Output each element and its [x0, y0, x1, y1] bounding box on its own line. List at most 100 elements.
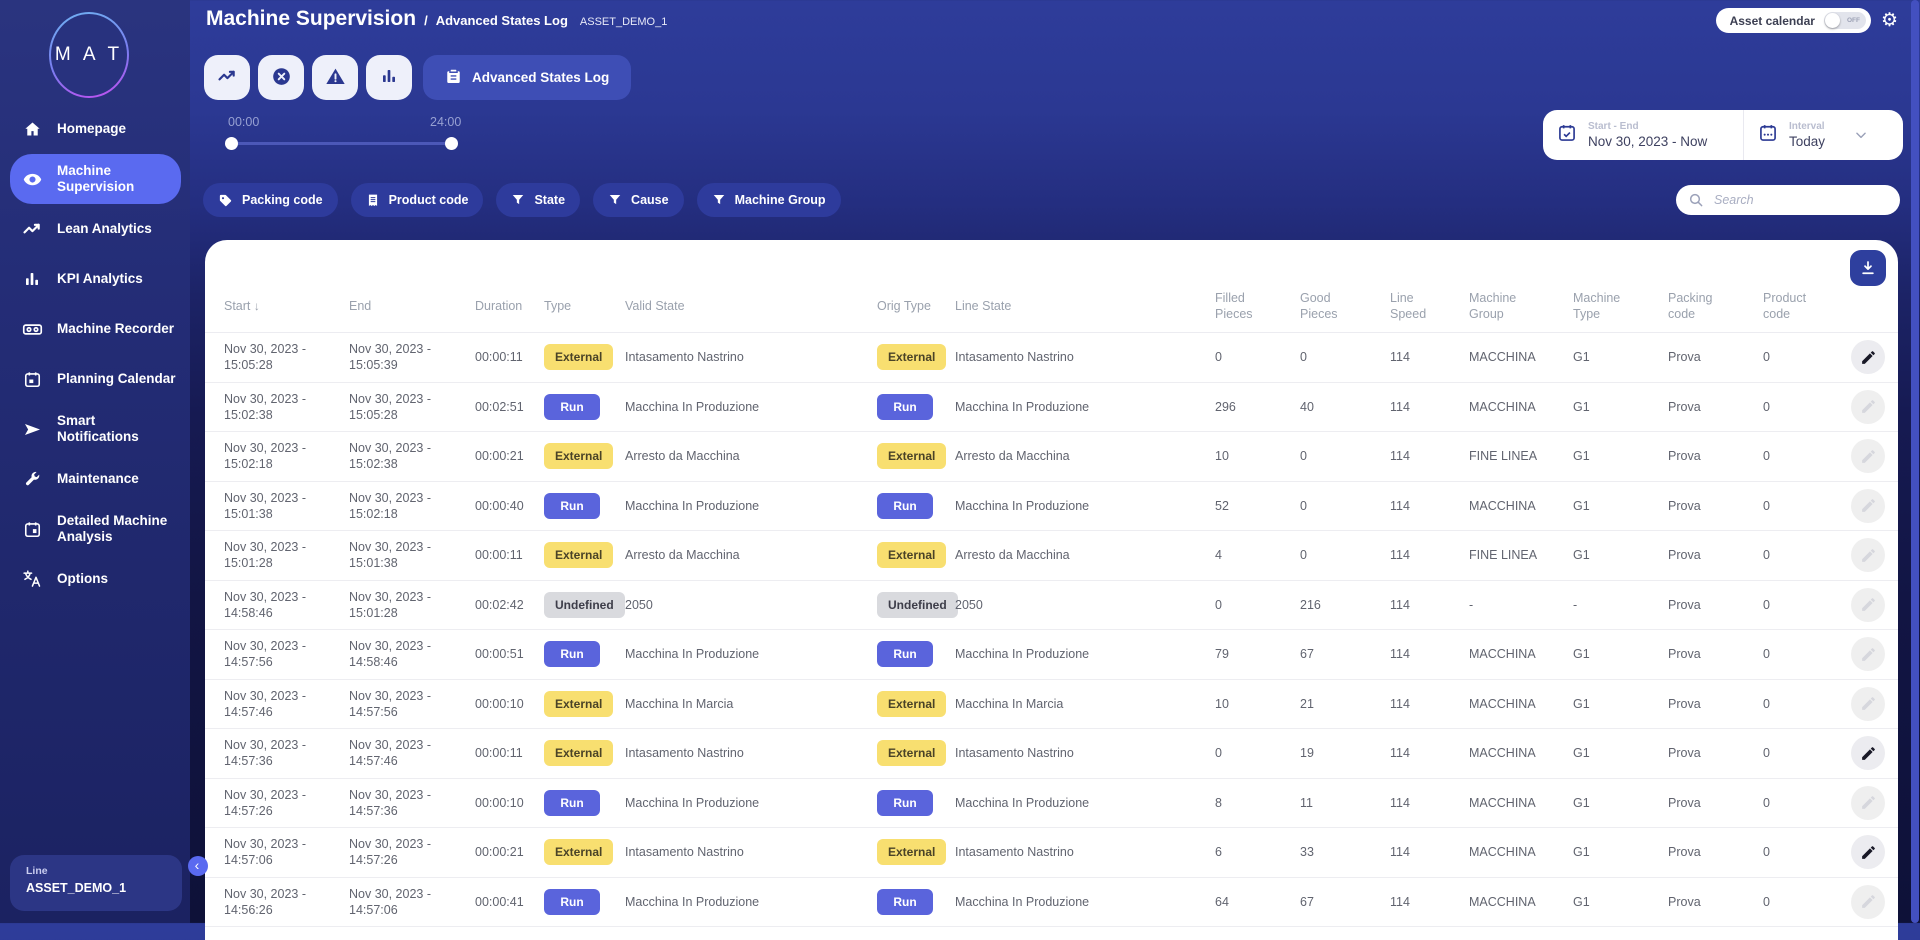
filter-chip-state[interactable]: State — [496, 183, 581, 217]
sidebar-item-maintenance[interactable]: Maintenance — [10, 454, 181, 504]
edit-row-button[interactable] — [1851, 637, 1885, 672]
edit-row-button[interactable] — [1851, 538, 1885, 573]
product-code-cell: 0 — [1763, 894, 1770, 909]
machine-type-cell: - — [1573, 597, 1578, 612]
machine-type-cell: G1 — [1573, 399, 1590, 414]
end-cell: Nov 30, 2023 -14:57:46 — [349, 738, 431, 769]
packing-code-cell: Prova — [1668, 597, 1701, 612]
gear-icon[interactable]: ⚙ — [1881, 11, 1898, 30]
app-logo-text: M A T — [51, 14, 127, 96]
sidebar-item-label: Options — [57, 571, 108, 586]
column-header-type[interactable]: Type — [544, 298, 625, 314]
sidebar-item-kpi-analytics[interactable]: KPI Analytics — [10, 254, 181, 304]
edit-row-button[interactable] — [1851, 785, 1885, 820]
slider-handle-start[interactable] — [225, 137, 238, 150]
column-header-end[interactable]: End — [349, 298, 475, 314]
asset-calendar-toggle[interactable]: OFF — [1823, 12, 1866, 29]
machine-type-cell: G1 — [1573, 746, 1590, 761]
filter-chip-machine-group[interactable]: Machine Group — [696, 183, 841, 217]
machine-group-cell: MACCHINA — [1469, 498, 1536, 513]
sidebar-item-homepage[interactable]: Homepage — [10, 104, 181, 154]
toolbar-warning-button[interactable] — [312, 55, 358, 100]
time-slider[interactable] — [225, 137, 458, 150]
edit-row-button[interactable] — [1851, 340, 1885, 375]
edit-row-button[interactable] — [1851, 488, 1885, 523]
column-header-line-speed[interactable]: Line Speed — [1390, 290, 1469, 322]
filter-chip-packing-code[interactable]: Packing code — [203, 183, 338, 217]
funnel-icon — [511, 193, 525, 207]
toolbar-trend-button[interactable] — [204, 55, 250, 100]
sidebar-item-machine-supervision[interactable]: Machine Supervision — [10, 154, 181, 204]
sidebar-item-machine-recorder[interactable]: Machine Recorder — [10, 304, 181, 354]
interval-label: Interval — [1789, 121, 1825, 132]
table-row: Nov 30, 2023 -15:02:18 Nov 30, 2023 -15:0… — [205, 432, 1898, 482]
start-cell: Nov 30, 2023 -15:02:18 — [224, 441, 306, 472]
column-header-duration[interactable]: Duration — [475, 298, 544, 314]
sidebar: M A T Homepage Machine Supervision Lean An… — [0, 0, 190, 923]
table-row: Nov 30, 2023 -15:05:28 Nov 30, 2023 -15:0… — [205, 333, 1898, 383]
slider-start-label: 00:00 — [228, 115, 260, 129]
orig-type-badge: External — [877, 740, 947, 767]
active-view-button[interactable]: Advanced States Log — [423, 55, 632, 100]
filter-chip-label: State — [534, 193, 566, 207]
toolbar-circle-x-button[interactable] — [258, 55, 304, 100]
edit-row-button[interactable] — [1851, 835, 1885, 870]
recorder-icon — [20, 319, 44, 340]
duration-cell: 00:00:10 — [475, 696, 524, 711]
good-pieces-cell: 33 — [1300, 845, 1314, 860]
edit-row-button[interactable] — [1851, 587, 1885, 622]
sidebar-item-options[interactable]: Options — [10, 554, 181, 604]
column-header-valid-state[interactable]: Valid State — [625, 298, 877, 314]
sidebar-item-detailed-machine-analysis[interactable]: Detailed Machine Analysis — [10, 504, 181, 554]
breadcrumb-separator: / — [424, 13, 428, 28]
valid-state-cell: Arresto da Macchina — [625, 548, 740, 563]
end-cell: Nov 30, 2023 -15:02:18 — [349, 490, 431, 521]
sidebar-item-label: KPI Analytics — [57, 271, 143, 286]
edit-row-button[interactable] — [1851, 389, 1885, 424]
toolbar-bar-chart-button[interactable] — [366, 55, 412, 100]
type-badge: External — [544, 839, 614, 866]
filter-chip-cause[interactable]: Cause — [593, 183, 684, 217]
column-header-start[interactable]: Start ↓ — [224, 298, 349, 314]
edit-row-button[interactable] — [1851, 686, 1885, 721]
product-code-cell: 0 — [1763, 498, 1770, 513]
interval-picker[interactable]: Interval Today — [1744, 121, 1882, 149]
vertical-scrollbar[interactable] — [1911, 0, 1919, 923]
column-header-packing-code[interactable]: Packing code — [1668, 290, 1763, 322]
line-state-cell: Arresto da Macchina — [955, 449, 1070, 464]
line-selector-card[interactable]: Line ASSET_DEMO_1 — [10, 855, 182, 911]
edit-row-button[interactable] — [1851, 439, 1885, 474]
eye-icon — [20, 169, 44, 190]
filled-pieces-cell: 6 — [1215, 845, 1222, 860]
sidebar-item-planning-calendar[interactable]: Planning Calendar — [10, 354, 181, 404]
table-body: Nov 30, 2023 -15:05:28 Nov 30, 2023 -15:0… — [205, 333, 1898, 927]
column-header-machine-type[interactable]: Machine Type — [1573, 290, 1668, 322]
column-header-line-state[interactable]: Line State — [955, 298, 1215, 314]
sidebar-item-smart-notifications[interactable]: Smart Notifications — [10, 404, 181, 454]
column-header-filled-pieces[interactable]: Filled Pieces — [1215, 290, 1300, 322]
column-header-good-pieces[interactable]: Good Pieces — [1300, 290, 1390, 322]
download-button[interactable] — [1850, 250, 1886, 286]
sidebar-item-lean-analytics[interactable]: Lean Analytics — [10, 204, 181, 254]
clipboard-icon — [445, 68, 462, 88]
edit-row-button[interactable] — [1851, 884, 1885, 919]
search-input[interactable] — [1712, 192, 1888, 208]
filter-chip-product-code[interactable]: Product code — [350, 183, 484, 217]
calendar-check-icon — [1557, 123, 1577, 148]
sidebar-collapse-button[interactable]: ‹ — [188, 856, 208, 876]
filled-pieces-cell: 4 — [1215, 548, 1222, 563]
type-badge: Run — [544, 888, 600, 915]
orig-type-badge: Run — [877, 888, 933, 915]
column-header-orig-type[interactable]: Orig Type — [877, 298, 955, 314]
end-cell: Nov 30, 2023 -15:01:28 — [349, 589, 431, 620]
orig-type-badge: External — [877, 690, 947, 717]
edit-row-button[interactable] — [1851, 736, 1885, 771]
filled-pieces-cell: 10 — [1215, 696, 1229, 711]
date-range-picker[interactable]: Start - End Nov 30, 2023 - Now — [1543, 121, 1743, 149]
states-log-table-card: Start ↓ End Duration Type Valid State Orig Ty… — [205, 240, 1898, 940]
slider-handle-end[interactable] — [445, 137, 458, 150]
column-header-machine-group[interactable]: Machine Group — [1469, 290, 1573, 322]
column-header-product-code[interactable]: Product code — [1763, 290, 1838, 322]
line-state-cell: Macchina In Marcia — [955, 696, 1064, 711]
orig-type-badge: Run — [877, 641, 933, 668]
